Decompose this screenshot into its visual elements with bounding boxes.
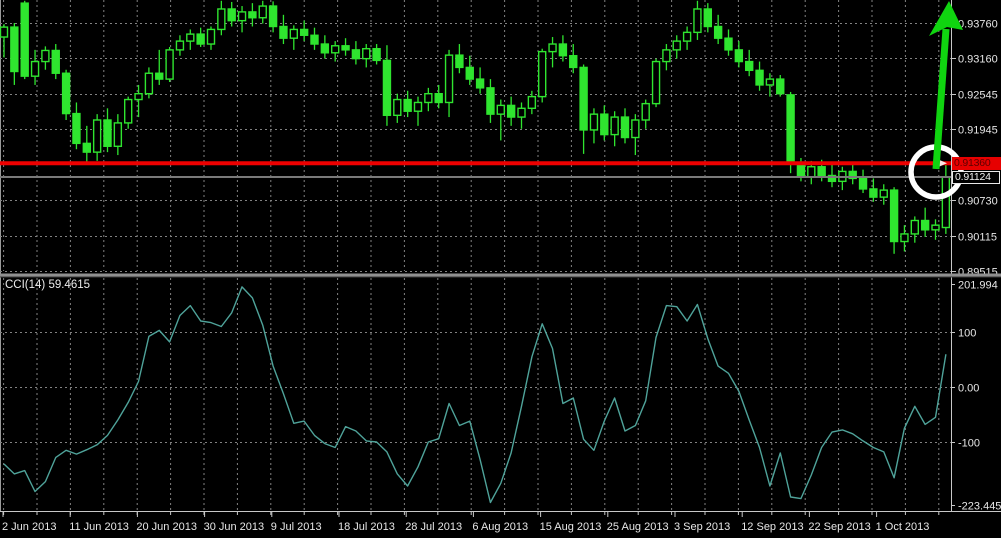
- cci-line: [3, 286, 947, 504]
- svg-text:0.93760: 0.93760: [958, 19, 998, 31]
- svg-text:15 Aug 2013: 15 Aug 2013: [540, 521, 602, 533]
- svg-text:22 Sep 2013: 22 Sep 2013: [808, 521, 870, 533]
- price-axis[interactable]: 0.93760 0.93160 0.92545 0.91945 0.90730 0.901…: [951, 0, 1001, 513]
- svg-text:30 Jun 2013: 30 Jun 2013: [204, 521, 265, 533]
- svg-text:18 Jul 2013: 18 Jul 2013: [338, 521, 395, 533]
- svg-text:12 Sep 2013: 12 Sep 2013: [741, 521, 803, 533]
- candles-group: [0, 0, 951, 254]
- svg-text:20 Jun 2013: 20 Jun 2013: [136, 521, 197, 533]
- svg-text:3 Sep 2013: 3 Sep 2013: [674, 521, 730, 533]
- svg-text:100: 100: [958, 328, 976, 340]
- support-price-tag: 0.91360: [952, 157, 1001, 170]
- chart-canvas[interactable]: 2 Jun 2013 11 Jun 2013 20 Jun 2013 30 Jun 2…: [0, 0, 1001, 538]
- svg-text:-223.445: -223.445: [958, 501, 1001, 513]
- svg-text:1 Oct 2013: 1 Oct 2013: [876, 521, 930, 533]
- cci-indicator-label: CCI(14) 59.4615: [5, 279, 91, 291]
- svg-text:-100: -100: [958, 438, 980, 450]
- svg-text:0.93160: 0.93160: [958, 54, 998, 66]
- svg-text:0.91945: 0.91945: [958, 125, 998, 137]
- svg-text:2 Jun 2013: 2 Jun 2013: [2, 521, 56, 533]
- svg-text:201.994: 201.994: [958, 280, 998, 292]
- time-axis[interactable]: 2 Jun 2013 11 Jun 2013 20 Jun 2013 30 Jun 2…: [0, 511, 1001, 534]
- svg-text:0.90115: 0.90115: [958, 232, 997, 244]
- svg-text:0.92545: 0.92545: [958, 90, 998, 102]
- svg-text:28 Jul 2013: 28 Jul 2013: [405, 521, 462, 533]
- bid-price-tag: 0.91124: [952, 171, 1000, 184]
- mt4-chart-window: 2 Jun 2013 11 Jun 2013 20 Jun 2013 30 Jun 2…: [0, 0, 1001, 538]
- svg-text:6 Aug 2013: 6 Aug 2013: [472, 521, 528, 533]
- svg-text:11 Jun 2013: 11 Jun 2013: [69, 521, 129, 533]
- svg-text:9 Jul 2013: 9 Jul 2013: [271, 521, 322, 533]
- grid: [0, 0, 951, 511]
- svg-text:0.00: 0.00: [958, 383, 979, 395]
- svg-text:0.90730: 0.90730: [958, 196, 998, 208]
- subwindow-separator[interactable]: [0, 273, 1001, 277]
- svg-text:25 Aug 2013: 25 Aug 2013: [607, 521, 669, 533]
